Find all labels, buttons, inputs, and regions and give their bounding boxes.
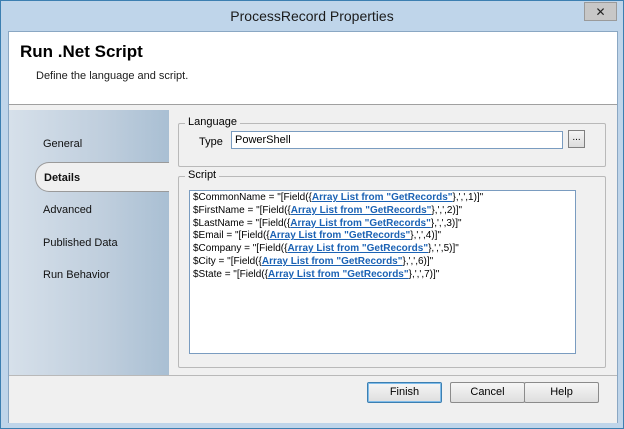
help-button[interactable]: Help	[524, 382, 599, 403]
script-line: $CommonName = "[Field({Array List from "…	[193, 192, 484, 203]
script-group: Script $CommonName = "[Field({Array List…	[178, 169, 606, 368]
script-group-label: Script	[185, 169, 220, 181]
page-title: Run .Net Script	[20, 42, 143, 61]
sidebar-item-published-data[interactable]: Published Data	[43, 237, 118, 249]
script-line: $City = "[Field({Array List from "GetRec…	[193, 255, 434, 267]
published-data-link[interactable]: Array List from "GetRecords"	[287, 243, 428, 254]
finish-button[interactable]: Finish	[367, 382, 442, 403]
published-data-link[interactable]: Array List from "GetRecords"	[312, 192, 453, 203]
sidebar: General Details Advanced Published Data …	[9, 110, 169, 375]
sidebar-item-run-behavior[interactable]: Run Behavior	[43, 269, 110, 281]
properties-window: ProcessRecord Properties ✕ Run .Net Scri…	[0, 0, 624, 429]
published-data-link[interactable]: Array List from "GetRecords"	[268, 269, 409, 280]
script-line: $FirstName = "[Field({Array List from "G…	[193, 204, 463, 216]
sidebar-item-advanced[interactable]: Advanced	[43, 204, 92, 216]
cancel-button[interactable]: Cancel	[450, 382, 525, 403]
language-group-label: Language	[185, 116, 240, 128]
language-group: Language Type ...	[178, 116, 606, 167]
script-editor[interactable]: $CommonName = "[Field({Array List from "…	[189, 190, 576, 354]
type-field[interactable]	[231, 131, 563, 149]
details-panel: Language Type ... Script $CommonName = "…	[169, 110, 617, 375]
close-button[interactable]: ✕	[584, 2, 617, 21]
type-browse-button[interactable]: ...	[568, 130, 585, 148]
window-title: ProcessRecord Properties	[230, 8, 394, 24]
published-data-link[interactable]: Array List from "GetRecords"	[291, 205, 432, 216]
published-data-link[interactable]: Array List from "GetRecords"	[270, 230, 411, 241]
title-bar[interactable]: ProcessRecord Properties ✕	[1, 1, 623, 31]
published-data-link[interactable]: Array List from "GetRecords"	[262, 256, 403, 267]
dialog-header: Run .Net Script Define the language and …	[9, 32, 617, 105]
close-icon: ✕	[595, 4, 606, 19]
sidebar-item-details[interactable]: Details	[35, 162, 169, 192]
type-label: Type	[199, 136, 223, 148]
sidebar-item-general[interactable]: General	[43, 138, 82, 150]
published-data-link[interactable]: Array List from "GetRecords"	[290, 218, 431, 229]
dialog-footer: Finish Cancel Help	[9, 375, 617, 423]
script-line: $Email = "[Field({Array List from "GetRe…	[193, 230, 441, 242]
page-subtitle: Define the language and script.	[36, 70, 189, 82]
script-line: $State = "[Field({Array List from "GetRe…	[193, 268, 440, 280]
script-line: $Company = "[Field({Array List from "Get…	[193, 243, 459, 255]
script-line: $LastName = "[Field({Array List from "Ge…	[193, 217, 462, 229]
dialog-client: Run .Net Script Define the language and …	[8, 31, 618, 423]
